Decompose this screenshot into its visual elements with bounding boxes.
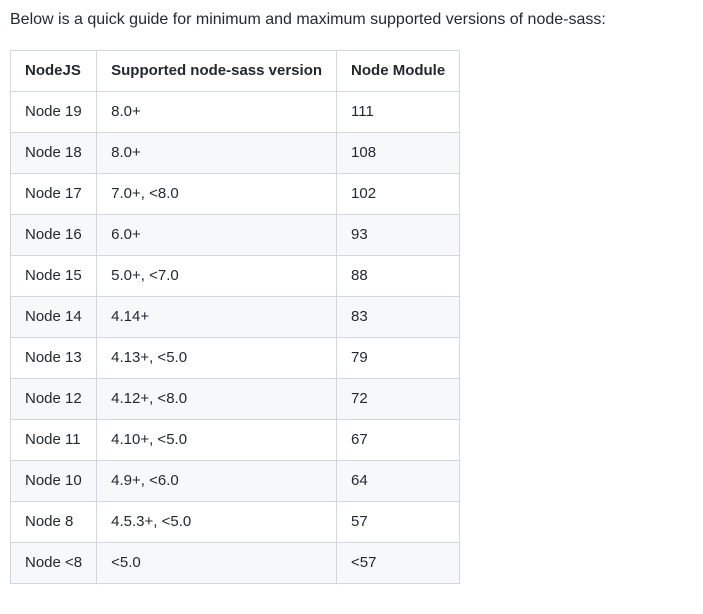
table-cell: Node 12 <box>11 379 97 420</box>
table-cell: Node 17 <box>11 174 97 215</box>
table-cell: 108 <box>337 133 460 174</box>
table-cell: 5.0+, <7.0 <box>97 256 337 297</box>
table-row: Node 144.14+83 <box>11 297 460 338</box>
table-cell: 88 <box>337 256 460 297</box>
table-cell: Node <8 <box>11 543 97 584</box>
table-cell: 4.9+, <6.0 <box>97 461 337 502</box>
table-cell: Node 16 <box>11 215 97 256</box>
table-row: Node 134.13+, <5.079 <box>11 338 460 379</box>
table-cell: 111 <box>337 92 460 133</box>
table-cell: 4.10+, <5.0 <box>97 420 337 461</box>
table-row: Node 198.0+111 <box>11 92 460 133</box>
table-cell: 83 <box>337 297 460 338</box>
table-cell: Node 14 <box>11 297 97 338</box>
header-node-module: Node Module <box>337 51 460 92</box>
table-header-row: NodeJS Supported node-sass version Node … <box>11 51 460 92</box>
table-cell: 79 <box>337 338 460 379</box>
table-cell: 67 <box>337 420 460 461</box>
table-row: Node 84.5.3+, <5.057 <box>11 502 460 543</box>
table-cell: 57 <box>337 502 460 543</box>
table-cell: 8.0+ <box>97 133 337 174</box>
table-cell: Node 8 <box>11 502 97 543</box>
table-cell: 6.0+ <box>97 215 337 256</box>
table-cell: 72 <box>337 379 460 420</box>
table-row: Node 188.0+108 <box>11 133 460 174</box>
table-row: Node 104.9+, <6.064 <box>11 461 460 502</box>
table-cell: 102 <box>337 174 460 215</box>
table-cell: 4.5.3+, <5.0 <box>97 502 337 543</box>
table-cell: 7.0+, <8.0 <box>97 174 337 215</box>
table-cell: Node 13 <box>11 338 97 379</box>
table-cell: Node 19 <box>11 92 97 133</box>
table-cell: Node 11 <box>11 420 97 461</box>
table-cell: <5.0 <box>97 543 337 584</box>
table-cell: 4.12+, <8.0 <box>97 379 337 420</box>
header-nodejs: NodeJS <box>11 51 97 92</box>
table-row: Node <8<5.0<57 <box>11 543 460 584</box>
intro-text: Below is a quick guide for minimum and m… <box>10 8 693 32</box>
table-cell: Node 18 <box>11 133 97 174</box>
table-cell: Node 10 <box>11 461 97 502</box>
compatibility-table: NodeJS Supported node-sass version Node … <box>10 50 460 584</box>
table-row: Node 155.0+, <7.088 <box>11 256 460 297</box>
table-cell: 93 <box>337 215 460 256</box>
table-cell: 64 <box>337 461 460 502</box>
table-cell: 8.0+ <box>97 92 337 133</box>
table-row: Node 166.0+93 <box>11 215 460 256</box>
table-row: Node 177.0+, <8.0102 <box>11 174 460 215</box>
table-row: Node 114.10+, <5.067 <box>11 420 460 461</box>
table-row: Node 124.12+, <8.072 <box>11 379 460 420</box>
table-cell: 4.13+, <5.0 <box>97 338 337 379</box>
table-cell: <57 <box>337 543 460 584</box>
header-node-sass-version: Supported node-sass version <box>97 51 337 92</box>
table-cell: Node 15 <box>11 256 97 297</box>
table-cell: 4.14+ <box>97 297 337 338</box>
